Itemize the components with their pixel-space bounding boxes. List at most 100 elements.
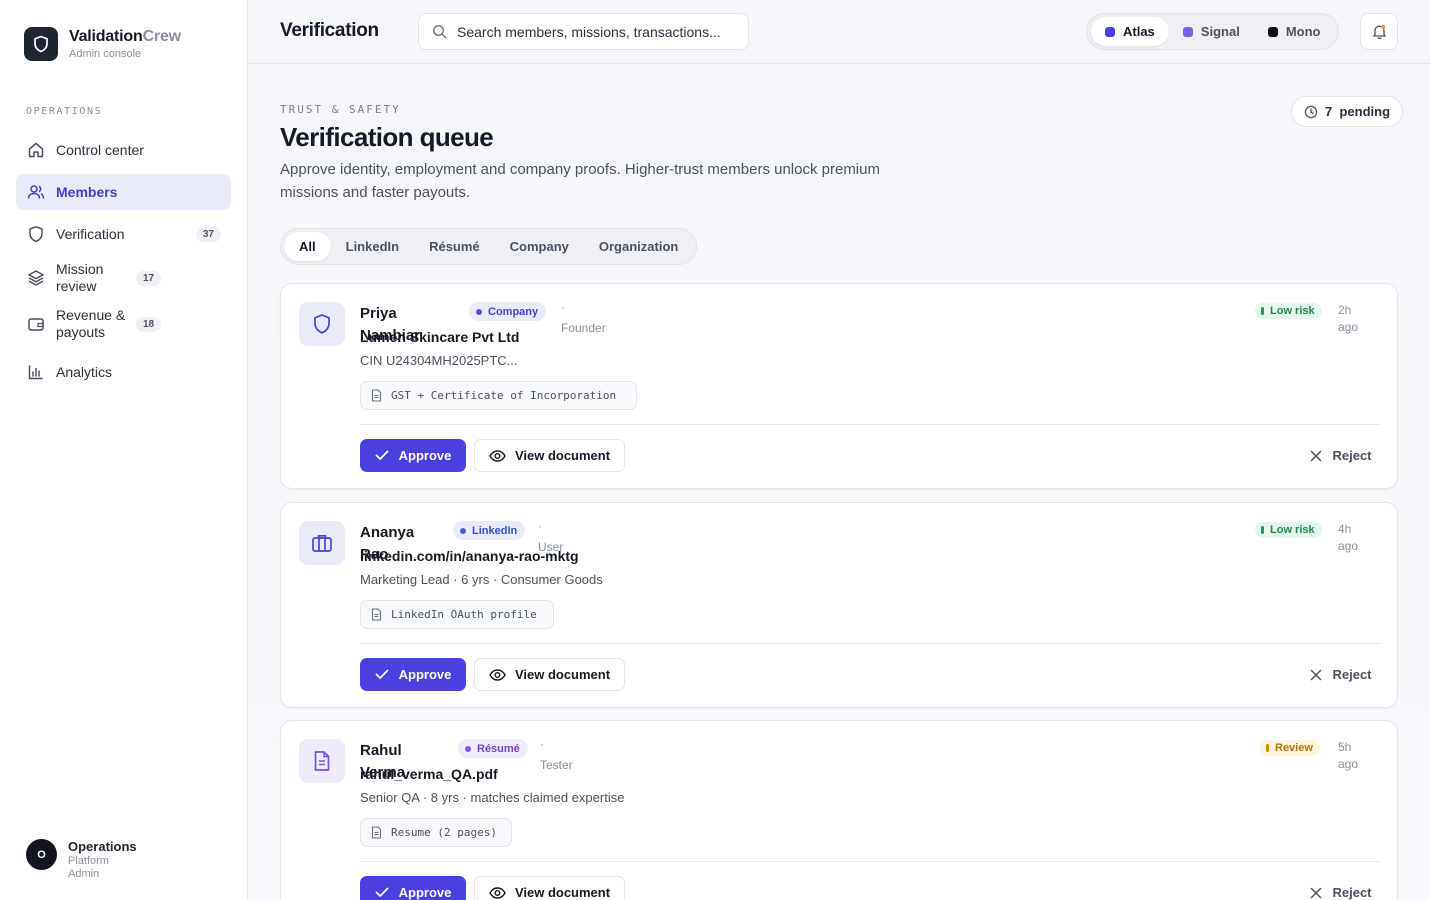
eye-icon [489, 886, 506, 899]
view-document-button[interactable]: View document [474, 439, 625, 472]
tab-resume[interactable]: Résumé [414, 232, 495, 261]
check-icon [375, 887, 389, 897]
risk-badge: Review [1260, 740, 1320, 756]
theme-label: Mono [1285, 24, 1321, 39]
sidebar-item-label: Verification [56, 225, 125, 242]
theme-mono[interactable]: Mono [1254, 17, 1335, 46]
user-role: Platform Admin [68, 855, 109, 880]
divider [360, 424, 1380, 425]
user-profile[interactable]: O Operations Platform Admin [26, 839, 137, 881]
time-ago: 4h ago [1338, 522, 1359, 553]
document-name: Resume (2 pages) [391, 826, 497, 839]
document-icon [371, 389, 382, 402]
page-eyebrow: TRUST & SAFETY [280, 103, 401, 116]
user-name: Operations [68, 839, 137, 854]
approve-button[interactable]: Approve [360, 439, 466, 472]
tab-company[interactable]: Company [495, 232, 584, 261]
page-description: Approve identity, employment and company… [280, 161, 880, 201]
risk-badge: Low risk [1255, 303, 1322, 319]
verification-card: Rahul Verma Résumé · Tester rahul_verma_… [280, 720, 1398, 900]
reject-button[interactable]: Reject [1299, 439, 1383, 472]
wallet-icon [26, 314, 46, 334]
sidebar-item-verification[interactable]: Verification 37 [16, 216, 231, 252]
filter-tabs: All LinkedIn Résumé Company Organization [280, 228, 698, 265]
risk-badge: Low risk [1255, 522, 1322, 538]
eye-icon [489, 668, 506, 681]
document-name: LinkedIn OAuth profile [391, 608, 537, 621]
document-chip[interactable]: LinkedIn OAuth profile [360, 600, 554, 629]
tab-organization[interactable]: Organization [584, 232, 693, 261]
verification-detail: Senior QA · 8 yrs · matches claimed expe… [360, 790, 625, 805]
reject-button[interactable]: Reject [1299, 658, 1383, 691]
reject-button[interactable]: Reject [1299, 876, 1383, 900]
sidebar: ValidationCrew Admin console OPERATIONS … [0, 0, 248, 900]
brand-subtitle: Admin console [69, 48, 142, 60]
document-chip[interactable]: GST + Certificate of Incorporation [360, 381, 637, 410]
count-badge: 18 [136, 316, 162, 332]
theme-swatch [1105, 26, 1115, 37]
type-badge: LinkedIn [453, 521, 526, 540]
view-document-button[interactable]: View document [474, 658, 625, 691]
time-ago: 5h ago [1338, 740, 1359, 771]
divider [360, 861, 1380, 862]
view-document-button[interactable]: View document [474, 876, 625, 900]
clock-icon [1304, 105, 1318, 118]
pending-count: 7 [1325, 104, 1333, 119]
top-bar: Verification Atlas Signal Mono [248, 0, 1430, 64]
bell-icon [1371, 23, 1388, 40]
layers-icon [26, 268, 46, 288]
notifications-button[interactable] [1360, 13, 1398, 50]
theme-atlas[interactable]: Atlas [1091, 17, 1169, 46]
pending-label: pending [1339, 104, 1391, 119]
verification-card: Ananya Rao LinkedIn · User linkedin.com/… [280, 502, 1398, 708]
sidebar-item-revenue-payouts[interactable]: Revenue & payouts 18 [16, 304, 231, 344]
member-role: Tester [540, 758, 573, 772]
sidebar-nav: Control center Members Verification 37 M… [16, 132, 231, 396]
shield-icon [299, 302, 345, 346]
approve-button[interactable]: Approve [360, 876, 466, 900]
verification-subject: rahul_verma_QA.pdf [360, 766, 498, 782]
avatar: O [26, 839, 57, 870]
shield-icon [26, 224, 46, 244]
file-text-icon [299, 739, 345, 783]
approve-button[interactable]: Approve [360, 658, 466, 691]
sidebar-item-members[interactable]: Members [16, 174, 231, 210]
sidebar-item-analytics[interactable]: Analytics [16, 354, 231, 390]
check-icon [375, 669, 389, 679]
page-title: Verification queue [280, 122, 494, 152]
search-box[interactable] [418, 13, 749, 50]
theme-signal[interactable]: Signal [1169, 17, 1254, 46]
sidebar-item-label: Analytics [56, 363, 113, 380]
document-icon [371, 826, 382, 839]
pending-count-badge: 7 pending [1291, 96, 1404, 127]
type-badge: Résumé [458, 739, 528, 758]
count-badge: 37 [195, 226, 221, 242]
search-input[interactable] [457, 23, 737, 40]
separator: · [561, 300, 565, 314]
eye-icon [489, 449, 506, 462]
search-icon [432, 24, 447, 39]
sidebar-item-label: Mission review [56, 261, 104, 294]
document-chip[interactable]: Resume (2 pages) [360, 818, 512, 847]
check-icon [375, 450, 389, 460]
tab-linkedin[interactable]: LinkedIn [331, 232, 414, 261]
tab-all[interactable]: All [284, 232, 331, 261]
home-icon [26, 140, 46, 160]
sidebar-item-control-center[interactable]: Control center [16, 132, 231, 168]
time-ago: 2h ago [1338, 303, 1359, 334]
theme-switcher: Atlas Signal Mono [1086, 13, 1340, 50]
theme-label: Atlas [1123, 24, 1155, 39]
theme-swatch [1267, 26, 1278, 37]
main-content: TRUST & SAFETY Verification queue Approv… [248, 64, 1430, 900]
close-icon [1311, 887, 1322, 898]
sidebar-item-label: Members [56, 183, 118, 200]
member-role: Founder [561, 321, 606, 335]
document-name: GST + Certificate of Incorporation [391, 389, 617, 402]
users-icon [26, 182, 46, 202]
theme-label: Signal [1200, 24, 1240, 39]
sidebar-item-mission-review[interactable]: Mission review 17 [16, 258, 231, 298]
divider [360, 643, 1380, 644]
sidebar-item-label: Control center [56, 141, 144, 158]
brand[interactable]: ValidationCrew Admin console [24, 27, 181, 61]
verification-subject: linkedin.com/in/ananya-rao-mktg [360, 548, 579, 564]
